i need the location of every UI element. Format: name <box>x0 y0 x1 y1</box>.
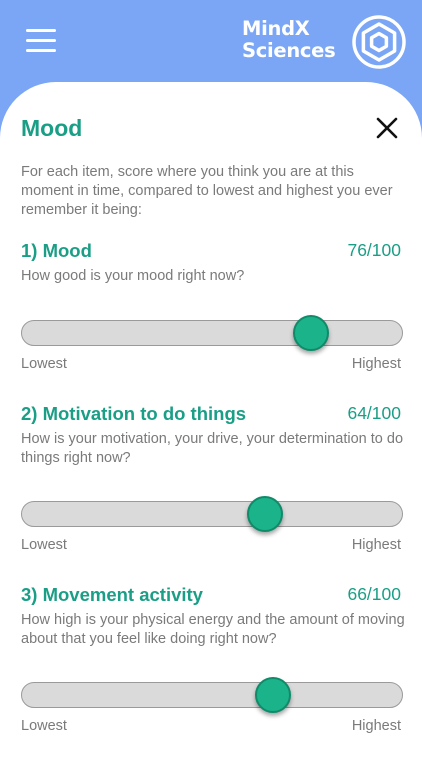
scale-high-label: Highest <box>351 537 401 553</box>
motivation-slider[interactable] <box>21 496 403 532</box>
movement-slider[interactable] <box>21 677 403 713</box>
brand-name: MindX Sciences <box>242 17 336 62</box>
instructions-text: For each item, score where you think you… <box>21 164 393 218</box>
item-question: How high is your physical energy and the… <box>21 612 405 647</box>
scale-low-label: Lowest <box>21 356 67 372</box>
item-title: 3) Movement activity <box>21 584 203 605</box>
item-question: How good is your mood right now? <box>21 268 245 284</box>
brand-logo-icon <box>352 15 406 69</box>
scale-low-label: Lowest <box>21 537 67 553</box>
scale-low-label: Lowest <box>21 718 67 734</box>
item-title: 2) Motivation to do things <box>21 403 247 424</box>
scale-high-label: Highest <box>351 356 401 372</box>
brand-line-2: Sciences <box>242 39 336 62</box>
slider-thumb[interactable] <box>292 315 329 351</box>
close-icon[interactable] <box>374 115 400 141</box>
scale-high-label: Highest <box>351 718 401 734</box>
page-title: Mood <box>21 115 83 141</box>
slider-thumb[interactable] <box>254 677 291 713</box>
menu-icon[interactable] <box>26 29 56 53</box>
slider-thumb[interactable] <box>247 496 284 532</box>
item-title: 1) Mood <box>21 240 92 261</box>
item-question: How is your motivation, your drive, your… <box>21 431 404 466</box>
item-score: 76/100 <box>347 240 401 260</box>
brand-line-1: MindX <box>242 17 310 40</box>
item-score: 66/100 <box>347 584 401 604</box>
item-score: 64/100 <box>347 403 401 423</box>
mood-slider[interactable] <box>21 315 403 351</box>
